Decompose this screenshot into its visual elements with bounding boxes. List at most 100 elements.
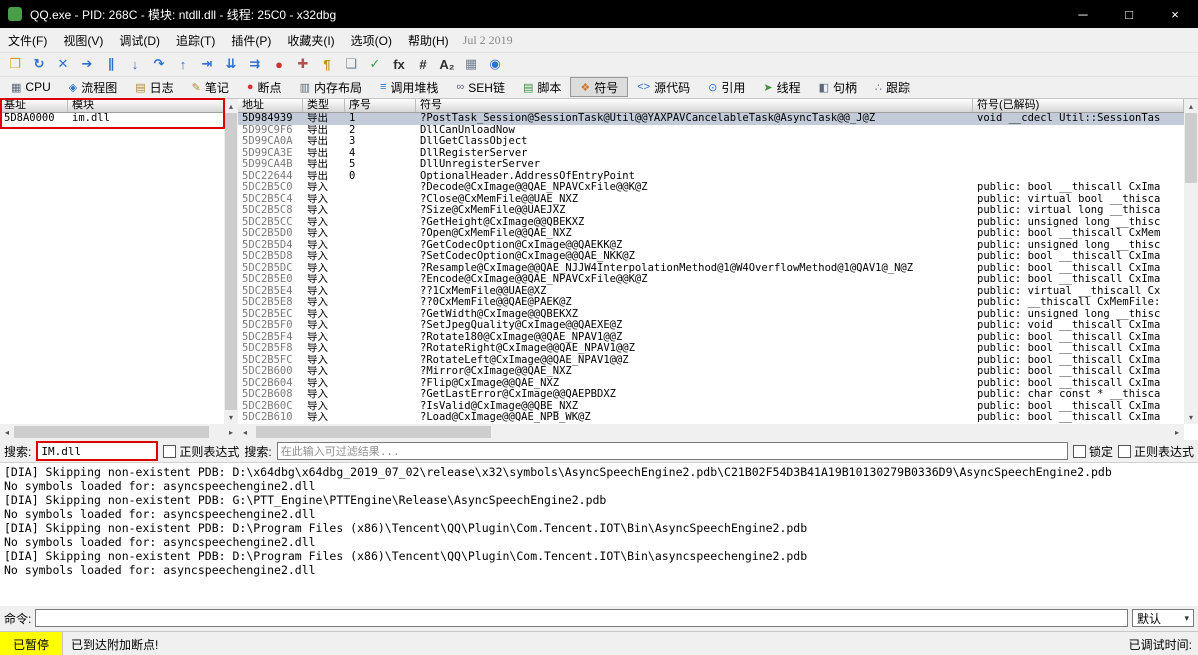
- command-input[interactable]: [35, 609, 1128, 627]
- menu-favourites[interactable]: 收藏夹(I): [279, 29, 342, 52]
- close-button[interactable]: ×: [1152, 0, 1198, 28]
- maximize-button[interactable]: □: [1106, 0, 1152, 28]
- column-header[interactable]: 模块: [68, 99, 224, 112]
- symbol-row[interactable]: 5DC2B5EC导入?GetWidth@CxImage@@QBEKXZpubli…: [238, 309, 1184, 321]
- scroll-left-icon[interactable]: ◂: [0, 424, 14, 440]
- run-to-cursor-icon[interactable]: ⇥: [196, 54, 218, 74]
- tab-references[interactable]: ⊙引用: [699, 77, 754, 97]
- tab-graph[interactable]: ◈流程图: [60, 77, 126, 97]
- checkbox-icon[interactable]: [1118, 445, 1131, 458]
- symbol-row[interactable]: 5DC2B5E8导入??0CxMemFile@@QAE@PAEK@Zpublic…: [238, 297, 1184, 309]
- tab-cpu[interactable]: ▦CPU: [2, 77, 60, 97]
- symbol-row[interactable]: 5D99CA4B导出5DllUnregisterServer: [238, 159, 1184, 171]
- tab-handles[interactable]: ◧句柄: [810, 77, 866, 97]
- column-header[interactable]: 符号: [416, 99, 973, 112]
- column-header[interactable]: 序号: [345, 99, 416, 112]
- patch-icon[interactable]: ✚: [292, 54, 314, 74]
- symbol-row[interactable]: 5DC2B5FC导入?RotateLeft@CxImage@@QAE_NPAV1…: [238, 355, 1184, 367]
- animate-into-icon[interactable]: ⇊: [220, 54, 242, 74]
- symbol-row[interactable]: 5D984939导出1?PostTask_Session@SessionTask…: [238, 113, 1184, 125]
- modules-vscrollbar[interactable]: ▴ ▾: [224, 99, 238, 424]
- symbol-row[interactable]: 5DC2B5C8导入?Size@CxMemFile@@UAEJXZpublic:…: [238, 205, 1184, 217]
- checkbox-icon[interactable]: [1073, 445, 1086, 458]
- symbol-row[interactable]: 5D99CA3E导出4DllRegisterServer: [238, 148, 1184, 160]
- scrollbar-thumb[interactable]: [14, 426, 209, 438]
- symbols-vscrollbar[interactable]: ▴ ▾: [1184, 99, 1198, 424]
- symbol-row[interactable]: 5DC2B610导入?Load@CxImage@@QAE_NPB_WK@Zpub…: [238, 412, 1184, 424]
- phone-icon[interactable]: ◉: [484, 54, 506, 74]
- symbol-row[interactable]: 5DC2B5E0导入?Encode@CxImage@@QAE_NPAVCxFil…: [238, 274, 1184, 286]
- symbol-row[interactable]: 5DC2B5F8导入?RotateRight@CxImage@@QAE_NPAV…: [238, 343, 1184, 355]
- symbol-row[interactable]: 5D99CA0A导出3DllGetClassObject: [238, 136, 1184, 148]
- comment-icon[interactable]: ¶: [316, 54, 338, 74]
- tab-threads[interactable]: ➤线程: [754, 77, 809, 97]
- lock-checkbox[interactable]: 锁定: [1073, 443, 1113, 460]
- symbol-row[interactable]: 5DC2B600导入?Mirror@CxImage@@QAE_NXZpublic…: [238, 366, 1184, 378]
- symbol-row[interactable]: 5DC2B5D4导入?GetCodecOption@CxImage@@QAEKK…: [238, 240, 1184, 252]
- symbol-row[interactable]: 5DC2B60C导入?IsValid@CxImage@@QBE_NXZpubli…: [238, 401, 1184, 413]
- scroll-down-icon[interactable]: ▾: [224, 410, 238, 424]
- symbols-hscrollbar[interactable]: ◂ ▸: [238, 424, 1184, 440]
- scrollbar-thumb[interactable]: [1185, 113, 1197, 183]
- scroll-right-icon[interactable]: ▸: [1170, 424, 1184, 440]
- tab-trace-tab[interactable]: ∴跟踪: [866, 77, 919, 97]
- command-mode-select[interactable]: 默认 ▾: [1132, 609, 1194, 627]
- trace-over-icon[interactable]: ⇉: [244, 54, 266, 74]
- tab-log[interactable]: ▤日志: [126, 77, 182, 97]
- scroll-up-icon[interactable]: ▴: [224, 99, 238, 113]
- scrollbar-thumb[interactable]: [225, 113, 237, 410]
- symbol-row[interactable]: 5DC2B5F0导入?SetJpegQuality@CxImage@@QAEXE…: [238, 320, 1184, 332]
- regex-checkbox-2[interactable]: 正则表达式: [1118, 443, 1194, 460]
- fx-icon[interactable]: fx: [388, 54, 410, 74]
- symbol-row[interactable]: 5DC22644导出0OptionalHeader.AddressOfEntry…: [238, 171, 1184, 183]
- menu-options[interactable]: 选项(O): [343, 29, 400, 52]
- symbol-row[interactable]: 5DC2B5DC导入?Resample@CxImage@@QAE_NJJW4In…: [238, 263, 1184, 275]
- regex-checkbox-1[interactable]: 正则表达式: [163, 443, 239, 460]
- minimize-button[interactable]: ─: [1060, 0, 1106, 28]
- tab-source[interactable]: <>源代码: [628, 77, 699, 97]
- pause-icon[interactable]: ∥: [100, 54, 122, 74]
- menu-plugins[interactable]: 插件(P): [223, 29, 279, 52]
- column-header[interactable]: 符号(已解码): [973, 99, 1184, 112]
- symbol-row[interactable]: 5DC2B5E4导入??1CxMemFile@@UAE@XZpublic: vi…: [238, 286, 1184, 298]
- step-out-icon[interactable]: ↑: [172, 54, 194, 74]
- step-over-icon[interactable]: ↷: [148, 54, 170, 74]
- symbol-search-input[interactable]: [277, 442, 1068, 460]
- hash-icon[interactable]: #: [412, 54, 434, 74]
- check-icon[interactable]: ✓: [364, 54, 386, 74]
- symbol-row[interactable]: 5DC2B5D0导入?Open@CxMemFile@@QAE_NXZpublic…: [238, 228, 1184, 240]
- symbol-row[interactable]: 5DC2B608导入?GetLastError@CxImage@@QAEPBDX…: [238, 389, 1184, 401]
- scroll-down-icon[interactable]: ▾: [1184, 410, 1198, 424]
- open-folder-icon[interactable]: ❐: [4, 54, 26, 74]
- scroll-up-icon[interactable]: ▴: [1184, 99, 1198, 113]
- tab-call-stack[interactable]: ≡调用堆栈: [371, 77, 447, 97]
- column-header[interactable]: 地址: [238, 99, 303, 112]
- menu-debug[interactable]: 调试(D): [111, 29, 168, 52]
- menu-trace[interactable]: 追踪(T): [168, 29, 223, 52]
- checkbox-icon[interactable]: [163, 445, 176, 458]
- scroll-right-icon[interactable]: ▸: [224, 424, 238, 440]
- symbol-row[interactable]: 5DC2B5D8导入?SetCodecOption@CxImage@@QAE_N…: [238, 251, 1184, 263]
- module-search-input[interactable]: [36, 441, 158, 461]
- scrollbar-thumb[interactable]: [256, 426, 491, 438]
- menu-help[interactable]: 帮助(H): [400, 29, 457, 52]
- tab-breakpoints[interactable]: ●断点: [238, 77, 291, 97]
- menu-view[interactable]: 视图(V): [55, 29, 111, 52]
- symbol-row[interactable]: 5D99C9F6导出2DllCanUnloadNow: [238, 125, 1184, 137]
- symbol-row[interactable]: 5DC2B5CC导入?GetHeight@CxImage@@QBEKXZpubl…: [238, 217, 1184, 229]
- module-row[interactable]: 5D8A0000im.dll: [0, 113, 224, 125]
- run-icon[interactable]: ➔: [76, 54, 98, 74]
- column-header[interactable]: 类型: [303, 99, 345, 112]
- menu-file[interactable]: 文件(F): [0, 29, 55, 52]
- modules-hscrollbar[interactable]: ◂ ▸: [0, 424, 238, 440]
- symbol-row[interactable]: 5DC2B5C0导入?Decode@CxImage@@QAE_NPAVCxFil…: [238, 182, 1184, 194]
- close-icon[interactable]: ✕: [52, 54, 74, 74]
- symbol-row[interactable]: 5DC2B5F4导入?Rotate180@CxImage@@QAE_NPAV1@…: [238, 332, 1184, 344]
- memory-map-icon[interactable]: ▦: [460, 54, 482, 74]
- tab-memory-map[interactable]: ▥内存布局: [291, 77, 371, 97]
- symbol-row[interactable]: 5DC2B5C4导入?Close@CxMemFile@@UAE_NXZpubli…: [238, 194, 1184, 206]
- column-header[interactable]: 基址: [0, 99, 68, 112]
- breakpoint-icon[interactable]: ●: [268, 54, 290, 74]
- step-into-icon[interactable]: ↓: [124, 54, 146, 74]
- restart-icon[interactable]: ↻: [28, 54, 50, 74]
